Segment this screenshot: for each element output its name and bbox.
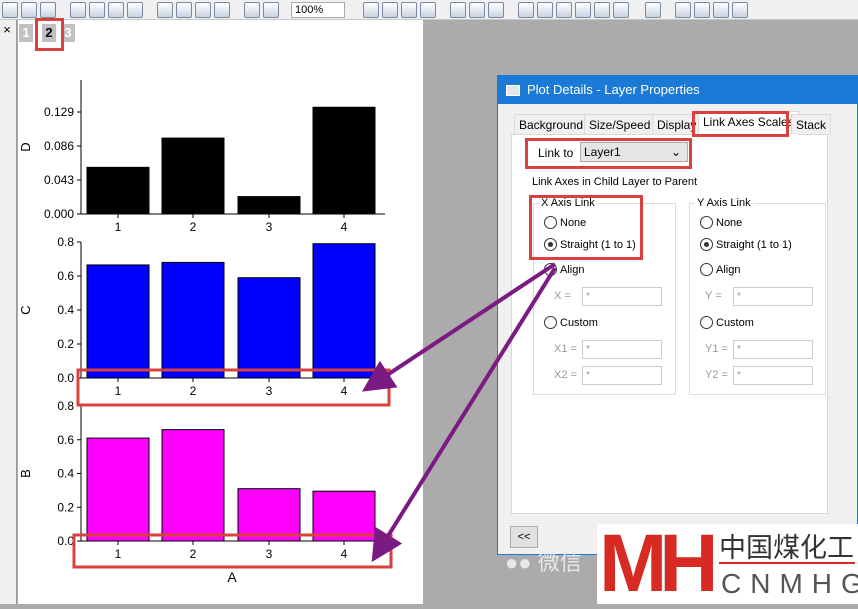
y-radio-none[interactable]: None — [700, 216, 742, 229]
y-axis-link-title: Y Axis Link — [695, 197, 753, 209]
tab-background[interactable]: Background — [514, 114, 589, 134]
x-tick-label: 2 — [190, 384, 197, 398]
x-radio-none[interactable]: None — [544, 216, 586, 229]
y-axis-title: D — [18, 142, 33, 151]
x-tick-label: 1 — [115, 547, 122, 561]
bar-D-3 — [237, 196, 301, 215]
x2-label: X2 = — [554, 369, 577, 381]
x-tick-label: 4 — [341, 384, 348, 398]
bar-B-2 — [161, 429, 225, 542]
tab-stack[interactable]: Stack — [791, 114, 832, 134]
y-field[interactable]: * — [733, 287, 813, 306]
y-tick-label: 0.129 — [44, 105, 74, 119]
bar-C-3 — [237, 277, 301, 379]
wechat-watermark: ●● 微信 — [505, 550, 582, 575]
x-tick-label: 4 — [341, 547, 348, 561]
x-tick-label: 1 — [115, 384, 122, 398]
tab-size-speed[interactable]: Size/Speed — [584, 114, 656, 134]
cnmhg-logo: MH 中国煤化工 CNMHG — [597, 518, 858, 609]
y-tick-label: 0.086 — [44, 139, 74, 153]
x-tick-label: 1 — [115, 220, 122, 234]
y-tick-label: 0.4 — [57, 467, 74, 481]
y-tick-label: 0.8 — [57, 399, 74, 413]
bar-C-2 — [161, 261, 225, 379]
y-radio-align[interactable]: Align — [700, 263, 740, 276]
y2-field[interactable]: * — [733, 366, 813, 385]
logo-english: CNMHG — [721, 568, 858, 599]
x-radio-align[interactable]: Align — [544, 263, 584, 276]
x-tick-label: 4 — [341, 220, 348, 234]
y-radio-custom[interactable]: Custom — [700, 316, 754, 329]
bar-B-3 — [237, 488, 301, 542]
chevron-down-icon: ⌄ — [670, 145, 681, 159]
logo-mark: MH — [599, 518, 719, 609]
bar-D-2 — [161, 137, 225, 215]
logo-divider — [719, 562, 855, 564]
y-axis-title: C — [18, 305, 33, 314]
y1-label: Y1 = — [705, 343, 728, 355]
y-tick-label: 0.000 — [44, 207, 74, 221]
link-to-select[interactable]: Layer1 ⌄ — [580, 142, 688, 162]
window-icon — [506, 85, 520, 96]
section-label: Link Axes in Child Layer to Parent — [532, 176, 698, 188]
bar-D-1 — [86, 166, 150, 215]
bar-C-1 — [86, 264, 150, 379]
y1-field[interactable]: * — [733, 340, 813, 359]
y-label: Y = — [705, 290, 722, 302]
x-field[interactable]: * — [582, 287, 662, 306]
y-tick-label: 0.6 — [57, 433, 74, 447]
logo-chinese: 中国煤化工 — [719, 533, 854, 563]
bar-B-1 — [86, 437, 150, 542]
x1-field[interactable]: * — [582, 340, 662, 359]
x-label: X = — [554, 290, 571, 302]
y-tick-label: 0.4 — [57, 303, 74, 317]
link-to-value: Layer1 — [584, 145, 621, 159]
y2-label: Y2 = — [705, 369, 728, 381]
x-radio-custom[interactable]: Custom — [544, 316, 598, 329]
x-tick-label: 3 — [266, 384, 273, 398]
y-axis-title: B — [18, 469, 33, 478]
x-tick-label: 2 — [190, 220, 197, 234]
x-tick-label: 3 — [266, 220, 273, 234]
y-tick-label: 0.0 — [57, 534, 74, 548]
y-tick-label: 0.8 — [57, 235, 74, 249]
y-tick-label: 0.2 — [57, 500, 74, 514]
bar-D-4 — [312, 106, 376, 215]
y-tick-label: 0.043 — [44, 173, 74, 187]
link-to-label: Link to — [538, 146, 574, 160]
x-axis-title: A — [227, 569, 237, 585]
bar-C-4 — [312, 243, 376, 379]
x2-field[interactable]: * — [582, 366, 662, 385]
y-tick-label: 0.6 — [57, 269, 74, 283]
x-tick-label: 2 — [190, 547, 197, 561]
x1-label: X1 = — [554, 343, 577, 355]
y-radio-straight[interactable]: Straight (1 to 1) — [700, 238, 792, 251]
plot-details-dialog: Plot Details - Layer Properties Backgrou… — [497, 75, 858, 555]
x-radio-straight[interactable]: Straight (1 to 1) — [544, 238, 636, 251]
dialog-title: Plot Details - Layer Properties — [498, 76, 857, 104]
x-axis-link-title: X Axis Link — [539, 197, 597, 209]
y-tick-label: 0.0 — [57, 371, 74, 385]
y-tick-label: 0.2 — [57, 337, 74, 351]
tab-display[interactable]: Display — [652, 114, 702, 134]
tab-link-axes-scales[interactable]: Link Axes Scales — [698, 111, 799, 135]
wechat-icon: ●● — [505, 550, 532, 575]
x-tick-label: 3 — [266, 547, 273, 561]
